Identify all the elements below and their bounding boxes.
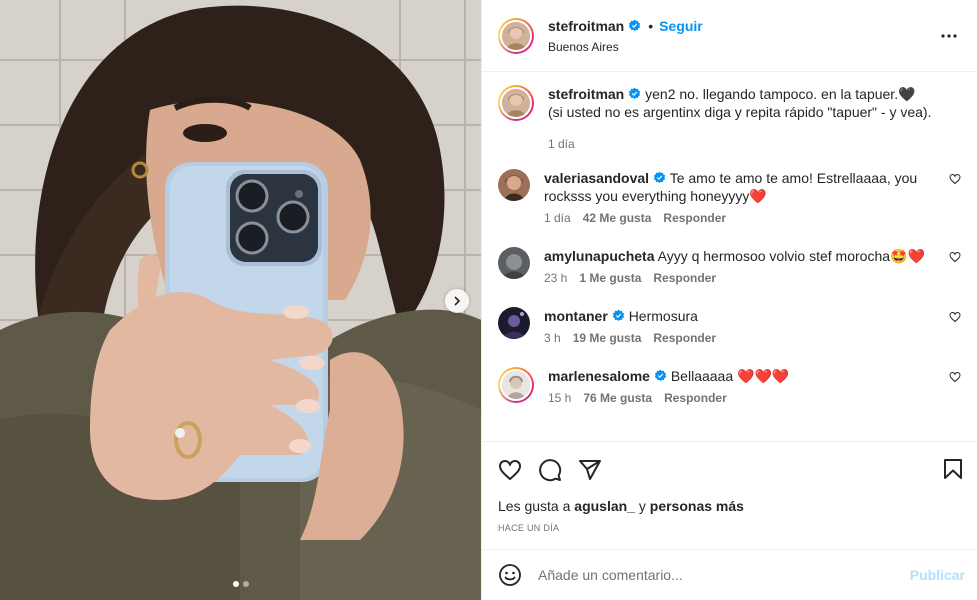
likes-joiner: y: [638, 498, 646, 514]
chevron-right-icon: [454, 296, 461, 306]
comment-row: marlenesalome Bellaaaaa ❤️❤️❤️ 15 h 76 M…: [498, 367, 961, 405]
likes-summary: Les gusta a aguslan_ y personas más: [498, 498, 961, 514]
heart-icon[interactable]: [949, 371, 961, 383]
next-slide-button[interactable]: [445, 289, 469, 313]
verified-badge-icon: [654, 369, 667, 382]
follow-button[interactable]: Seguir: [659, 18, 703, 34]
reply-button[interactable]: Responder: [653, 331, 716, 345]
post-photo: [0, 0, 481, 600]
publish-button[interactable]: Publicar: [910, 567, 965, 583]
comment-like-count[interactable]: 76 Me gusta: [583, 391, 652, 405]
reply-button[interactable]: Responder: [653, 271, 716, 285]
comment-row: montaner Hermosura 3 h 19 Me gusta Respo…: [498, 307, 961, 345]
comment-input[interactable]: [538, 567, 910, 583]
verified-badge-icon: [629, 87, 641, 100]
caption-time[interactable]: 1 día: [548, 137, 575, 151]
more-options-icon: [941, 34, 957, 38]
emoji-icon[interactable]: [498, 563, 522, 587]
post-timestamp[interactable]: HACE UN DÍA: [498, 523, 961, 533]
comment-like-count[interactable]: 19 Me gusta: [573, 331, 642, 345]
comment-username[interactable]: montaner: [544, 308, 608, 324]
comment-time[interactable]: 15 h: [548, 391, 571, 405]
carousel-indicator: [0, 581, 481, 587]
verified-badge-icon: [629, 19, 641, 32]
comment-like-count[interactable]: 1 Me gusta: [579, 271, 641, 285]
reply-button[interactable]: Responder: [664, 391, 727, 405]
post-media[interactable]: [0, 0, 481, 600]
bookmark-icon[interactable]: [941, 457, 965, 481]
comment-composer: Publicar: [482, 549, 977, 600]
comment-text: Bellaaaaa ❤️❤️❤️: [670, 368, 790, 384]
comment-time[interactable]: 3 h: [544, 331, 561, 345]
likes-user[interactable]: aguslan_: [574, 498, 635, 514]
author-username[interactable]: stefroitman: [548, 18, 624, 34]
comment-row: amylunapucheta Ayyy q hermosoo volvio st…: [498, 247, 961, 285]
caption-author-avatar[interactable]: [498, 85, 534, 121]
carousel-dot: [242, 581, 249, 587]
post-header: stefroitman • Seguir Buenos Aires: [482, 0, 977, 72]
heart-icon[interactable]: [949, 251, 961, 263]
caption-row: stefroitman yen2 no. llegando tampoco. e…: [498, 85, 961, 151]
commenter-avatar[interactable]: [498, 367, 534, 403]
heart-icon[interactable]: [498, 458, 522, 482]
comment-row: valeriasandoval Te amo te amo te amo! Es…: [498, 169, 961, 225]
caption-username[interactable]: stefroitman: [548, 86, 624, 102]
heart-icon[interactable]: [949, 173, 961, 185]
header-separator: •: [648, 17, 654, 34]
carousel-dot: [232, 581, 239, 587]
likes-others[interactable]: personas más: [650, 498, 744, 514]
post-viewer: stefroitman • Seguir Buenos Aires stefro…: [0, 0, 977, 600]
comment-username[interactable]: amylunapucheta: [544, 248, 654, 264]
comment-icon[interactable]: [538, 458, 562, 482]
commenter-avatar[interactable]: [498, 169, 530, 201]
comment-username[interactable]: valeriasandoval: [544, 170, 649, 186]
comment-text: Ayyy q hermosoo volvio stef morocha🤩❤️: [657, 248, 925, 264]
commenter-avatar[interactable]: [498, 247, 530, 279]
likes-prefix: Les gusta a: [498, 498, 571, 514]
heart-icon[interactable]: [949, 311, 961, 323]
comment-text: Hermosura: [628, 308, 698, 324]
comment-time[interactable]: 23 h: [544, 271, 567, 285]
commenter-avatar[interactable]: [498, 307, 530, 339]
verified-badge-icon: [653, 171, 666, 184]
post-location[interactable]: Buenos Aires: [548, 40, 703, 54]
author-avatar[interactable]: [498, 17, 534, 54]
reply-button[interactable]: Responder: [663, 211, 726, 225]
verified-badge-icon: [612, 309, 624, 322]
share-icon[interactable]: [578, 458, 602, 482]
post-panel: stefroitman • Seguir Buenos Aires stefro…: [481, 0, 977, 600]
post-actions: Les gusta a aguslan_ y personas más HACE…: [482, 441, 977, 549]
comment-like-count[interactable]: 42 Me gusta: [583, 211, 652, 225]
comment-username[interactable]: marlenesalome: [548, 368, 650, 384]
comments-list: stefroitman yen2 no. llegando tampoco. e…: [482, 72, 977, 441]
more-options-button[interactable]: [937, 24, 961, 48]
comment-time[interactable]: 1 día: [544, 211, 571, 225]
